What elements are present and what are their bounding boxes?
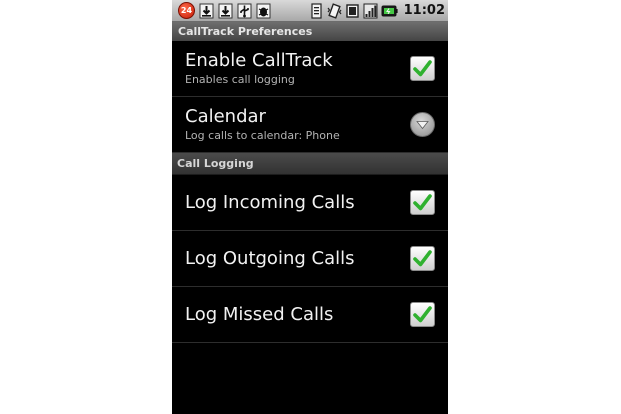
category-label: Call Logging <box>177 157 254 170</box>
usb-icon <box>237 3 252 18</box>
pref-title: Enable CallTrack <box>185 50 333 71</box>
pref-calendar[interactable]: Calendar Log calls to calendar: Phone <box>172 97 448 153</box>
checkmark-icon <box>413 306 432 323</box>
pref-summary: Log calls to calendar: Phone <box>185 129 340 142</box>
clock: 11:02 <box>403 3 445 18</box>
log-outgoing-checkbox[interactable] <box>410 246 435 271</box>
download-icon <box>199 3 214 18</box>
vibrate-icon <box>327 2 342 19</box>
debug-icon <box>256 3 271 18</box>
pref-title: Log Missed Calls <box>185 303 334 325</box>
pref-text: Log Outgoing Calls <box>185 248 410 270</box>
sd-card-icon <box>345 3 359 18</box>
pref-text: Calendar Log calls to calendar: Phone <box>185 106 410 143</box>
pref-text: Log Missed Calls <box>185 304 410 326</box>
checkmark-icon <box>413 194 432 211</box>
checkmark-icon <box>413 250 432 267</box>
log-incoming-checkbox[interactable] <box>410 190 435 215</box>
pref-text: Enable CallTrack Enables call logging <box>185 50 410 87</box>
download-icon <box>218 3 233 18</box>
title-bar: CallTrack Preferences <box>172 22 448 41</box>
pref-enable-calltrack[interactable]: Enable CallTrack Enables call logging <box>172 41 448 97</box>
calendar-dropdown-button[interactable] <box>410 112 435 137</box>
pref-title: Calendar <box>185 106 266 127</box>
notification-area[interactable]: 24 <box>178 2 271 19</box>
pref-title: Log Incoming Calls <box>185 191 355 213</box>
pref-log-outgoing[interactable]: Log Outgoing Calls <box>172 231 448 287</box>
notification-badge: 24 <box>178 2 195 19</box>
pref-log-incoming[interactable]: Log Incoming Calls <box>172 175 448 231</box>
checkmark-icon <box>413 60 432 77</box>
pref-text: Log Incoming Calls <box>185 192 410 214</box>
pref-log-missed[interactable]: Log Missed Calls <box>172 287 448 343</box>
phone-screen: 24 11:02 CallTrack Preferences Enable Ca… <box>172 0 448 414</box>
screen-title: CallTrack Preferences <box>178 25 313 38</box>
sim-icon <box>311 2 322 19</box>
pref-summary: Enables call logging <box>185 73 295 86</box>
battery-icon <box>381 5 398 16</box>
pref-title: Log Outgoing Calls <box>185 247 355 269</box>
status-bar: 24 11:02 <box>172 0 448 22</box>
category-call-logging: Call Logging <box>172 153 448 175</box>
log-missed-checkbox[interactable] <box>410 302 435 327</box>
signal-icon <box>363 3 378 18</box>
enable-calltrack-checkbox[interactable] <box>410 56 435 81</box>
chevron-down-icon <box>416 120 429 129</box>
system-icons: 11:02 <box>309 2 445 19</box>
